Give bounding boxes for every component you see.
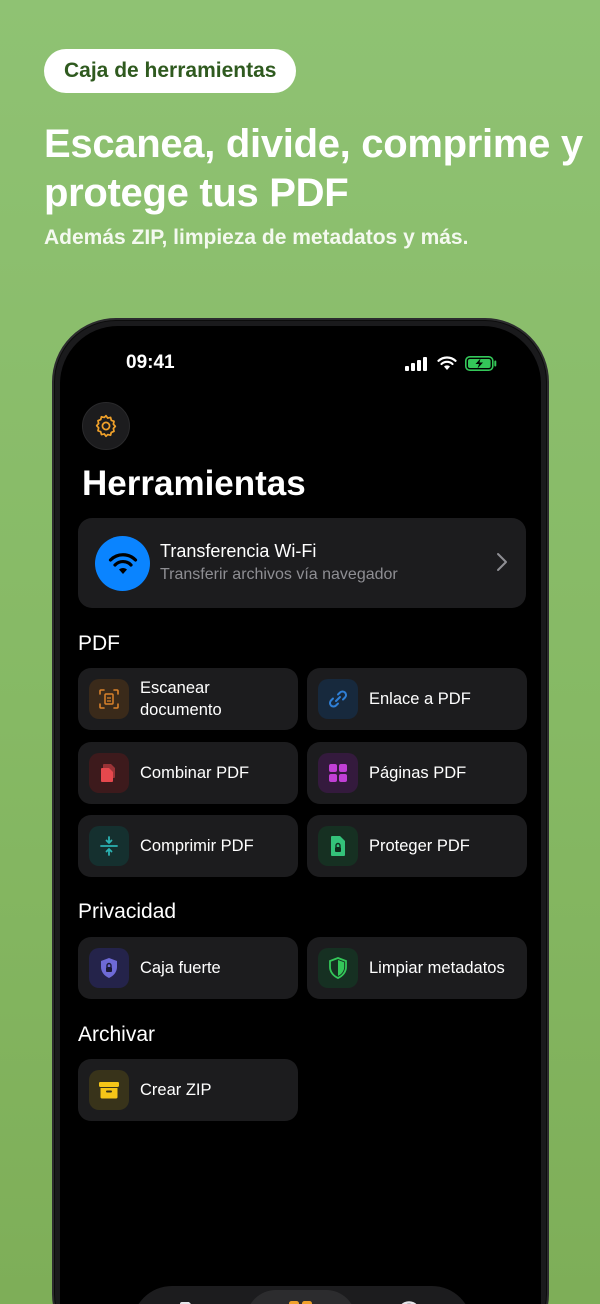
tool-clean-metadata[interactable]: Limpiar metadatos (307, 937, 527, 999)
link-icon-wrap (318, 679, 358, 719)
wifi-card-title: Transferencia Wi-Fi (160, 541, 317, 561)
tool-label: Escanear documento (140, 679, 222, 719)
link-icon (328, 690, 348, 708)
tool-label: Combinar PDF (140, 764, 250, 782)
status-time: 09:41 (126, 352, 175, 373)
wifi-card-subtitle: Transferir archivos vía navegador (160, 566, 398, 583)
lock-file-icon (331, 836, 345, 856)
wifi-icon-circle (95, 536, 150, 591)
scan-icon-wrap (89, 679, 129, 719)
tool-scan-document[interactable]: Escanear documento (78, 668, 298, 730)
phone-screen: 09:41 Herramientas Transferencia Wi-Fi T… (60, 326, 541, 1304)
shield-icon-wrap (318, 948, 358, 988)
tool-label: Proteger PDF (369, 837, 470, 855)
compress-icon-wrap (89, 826, 129, 866)
promo-headline: Escanea, divide, comprime y protege tus … (44, 122, 583, 215)
compress-icon (100, 836, 118, 856)
chevron-right-icon (497, 553, 507, 571)
tool-label: Enlace a PDF (369, 690, 471, 708)
shield-icon (329, 957, 347, 979)
tab-files-icon[interactable] (178, 1300, 208, 1304)
tool-link-to-pdf[interactable]: Enlace a PDF (307, 668, 527, 730)
page-title: Herramientas (82, 464, 306, 503)
tool-vault[interactable]: Caja fuerte (78, 937, 298, 999)
section-archive: Archivar (78, 1023, 156, 1046)
tool-label: Páginas PDF (369, 764, 467, 782)
signal-icon (405, 356, 427, 371)
promo-badge: Caja de herramientas (44, 49, 297, 93)
shield-lock-icon (101, 958, 117, 978)
wifi-icon (108, 552, 137, 574)
archive-icon (99, 1082, 119, 1099)
merge-icon-wrap (89, 753, 129, 793)
tool-label: Caja fuerte (140, 959, 221, 977)
tool-protect-pdf[interactable]: Proteger PDF (307, 815, 527, 877)
archive-icon-wrap (89, 1070, 129, 1110)
merge-icon (101, 764, 115, 782)
tab-bar (132, 1286, 472, 1304)
tool-merge-pdf[interactable]: Combinar PDF (78, 742, 298, 804)
tool-pdf-pages[interactable]: Páginas PDF (307, 742, 527, 804)
scan-icon (99, 689, 119, 709)
section-pdf: PDF (78, 632, 120, 655)
wifi-status-icon (437, 356, 457, 370)
tool-label: Limpiar metadatos (369, 959, 505, 977)
grid-icon (329, 764, 347, 782)
battery-charging-icon (465, 356, 497, 371)
tool-label: Comprimir PDF (140, 837, 254, 855)
status-bar: 09:41 (60, 352, 541, 376)
promo-subline: Además ZIP, limpieza de metadatos y más. (44, 226, 469, 249)
lock-file-icon-wrap (318, 826, 358, 866)
grid-icon-wrap (318, 753, 358, 793)
tool-label: Crear ZIP (140, 1081, 212, 1099)
wifi-transfer-card[interactable]: Transferencia Wi-Fi Transferir archivos … (78, 518, 526, 608)
tool-compress-pdf[interactable]: Comprimir PDF (78, 815, 298, 877)
tab-tools-icon[interactable] (288, 1300, 314, 1304)
gear-icon (95, 414, 117, 438)
status-icons (405, 356, 497, 371)
phone-frame: 09:41 Herramientas Transferencia Wi-Fi T… (52, 318, 549, 1304)
settings-button[interactable] (82, 402, 130, 450)
shield-lock-icon-wrap (89, 948, 129, 988)
section-privacy: Privacidad (78, 900, 177, 923)
tool-create-zip[interactable]: Crear ZIP (78, 1059, 298, 1121)
tab-history-icon[interactable] (396, 1300, 422, 1304)
